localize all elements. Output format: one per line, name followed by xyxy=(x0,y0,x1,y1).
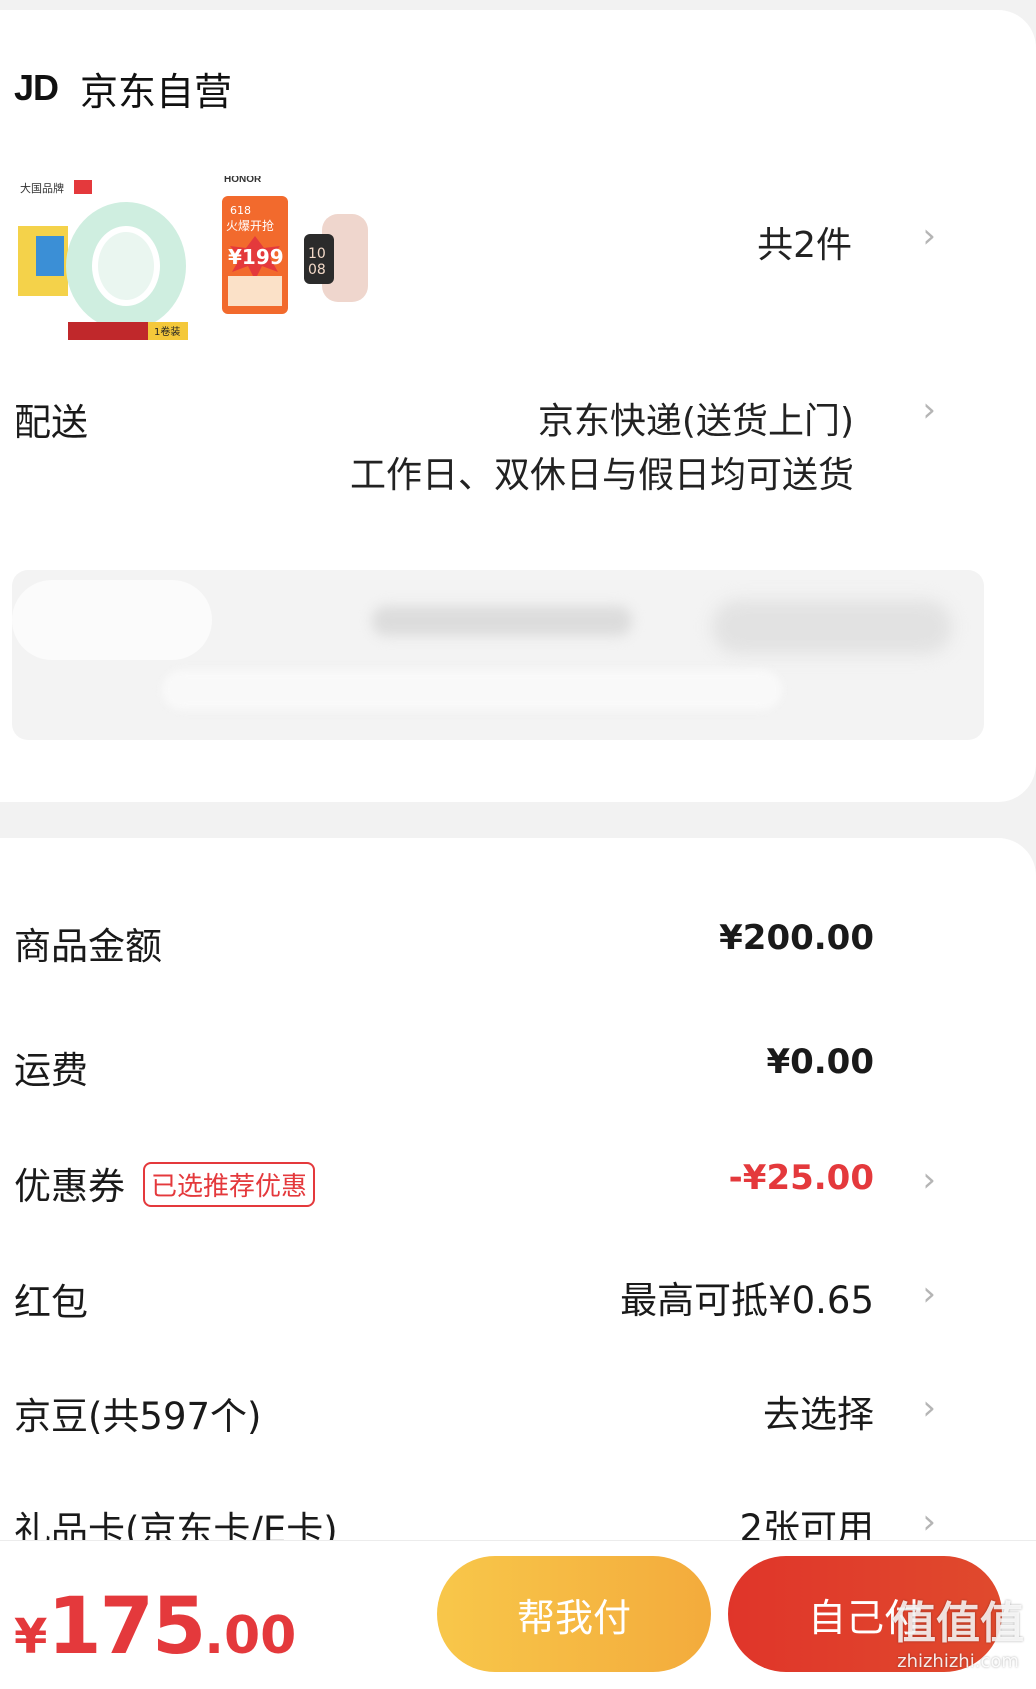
svg-text:火爆开抢: 火爆开抢 xyxy=(226,218,274,233)
coupon-value[interactable]: -¥25.00 xyxy=(729,1158,874,1198)
product-thumbnails[interactable]: 大国品牌 1卷装 HONOR 618 火爆开抢 ¥199 10 08 xyxy=(14,176,534,366)
store-name: 京东自营 xyxy=(80,69,233,114)
honor-band-product-image: HONOR 618 火爆开抢 ¥199 10 08 xyxy=(222,176,402,366)
delivery-label: 配送 xyxy=(14,401,88,444)
red-packet-value[interactable]: 最高可抵¥0.65 xyxy=(620,1270,874,1324)
watermark-logo: 值值值 xyxy=(892,1598,1024,1649)
coupon-row[interactable]: 优惠券 已选推荐优惠 xyxy=(14,1156,316,1210)
delivery-method[interactable]: 京东快递(送货上门) xyxy=(538,392,854,444)
watermark-url: zhizhizhi.com xyxy=(897,1651,1019,1672)
coupon-recommended-badge: 已选推荐优惠 xyxy=(143,1162,316,1207)
chevron-right-icon[interactable]: › xyxy=(922,1274,936,1314)
total-integer: 175 xyxy=(47,1582,206,1672)
svg-text:08: 08 xyxy=(308,262,326,278)
order-card: JD 京东自营 大国品牌 1卷装 HONOR 618 火爆开抢 ¥199 10 … xyxy=(0,10,1036,802)
goods-amount-value: ¥200.00 xyxy=(719,918,874,958)
svg-text:大国品牌: 大国品牌 xyxy=(20,181,64,195)
jd-beans-label: 京豆(共597个) xyxy=(14,1395,262,1438)
blurred-shipping-info xyxy=(12,570,984,740)
goods-amount-label: 商品金额 xyxy=(14,925,162,968)
honor-brand: HONOR xyxy=(224,176,262,185)
jd-beans-value[interactable]: 去选择 xyxy=(763,1384,874,1438)
svg-text:10: 10 xyxy=(308,246,326,262)
store-header[interactable]: JD 京东自营 xyxy=(14,58,232,118)
shipping-fee-label: 运费 xyxy=(14,1049,88,1092)
currency-symbol: ¥ xyxy=(14,1609,48,1665)
chevron-right-icon[interactable]: › xyxy=(922,1388,936,1428)
tape-caption: 1卷装 xyxy=(154,325,180,338)
product-count[interactable]: 共2件 xyxy=(757,216,852,268)
chevron-right-icon[interactable]: › xyxy=(922,1160,936,1200)
chevron-right-icon[interactable]: › xyxy=(922,1502,936,1542)
chevron-right-icon[interactable]: › xyxy=(922,216,936,256)
delivery-schedule: 工作日、双休日与假日均可送货 xyxy=(349,455,854,496)
chevron-right-icon[interactable]: › xyxy=(922,390,936,430)
svg-text:618: 618 xyxy=(230,204,251,217)
shipping-fee-value: ¥0.00 xyxy=(766,1042,874,1082)
order-total: ¥175.00 xyxy=(14,1582,296,1672)
tape-product-image: 大国品牌 1卷装 xyxy=(14,176,194,366)
jd-logo-icon: JD xyxy=(14,67,59,108)
help-me-pay-button[interactable]: 帮我付 xyxy=(437,1556,711,1672)
site-watermark: 值值值 zhizhizhi.com xyxy=(892,1587,1024,1672)
coupon-label: 优惠券 xyxy=(14,1165,125,1208)
total-decimal: .00 xyxy=(204,1606,297,1666)
red-packet-label: 红包 xyxy=(14,1281,88,1324)
band-price: ¥199 xyxy=(228,245,284,269)
